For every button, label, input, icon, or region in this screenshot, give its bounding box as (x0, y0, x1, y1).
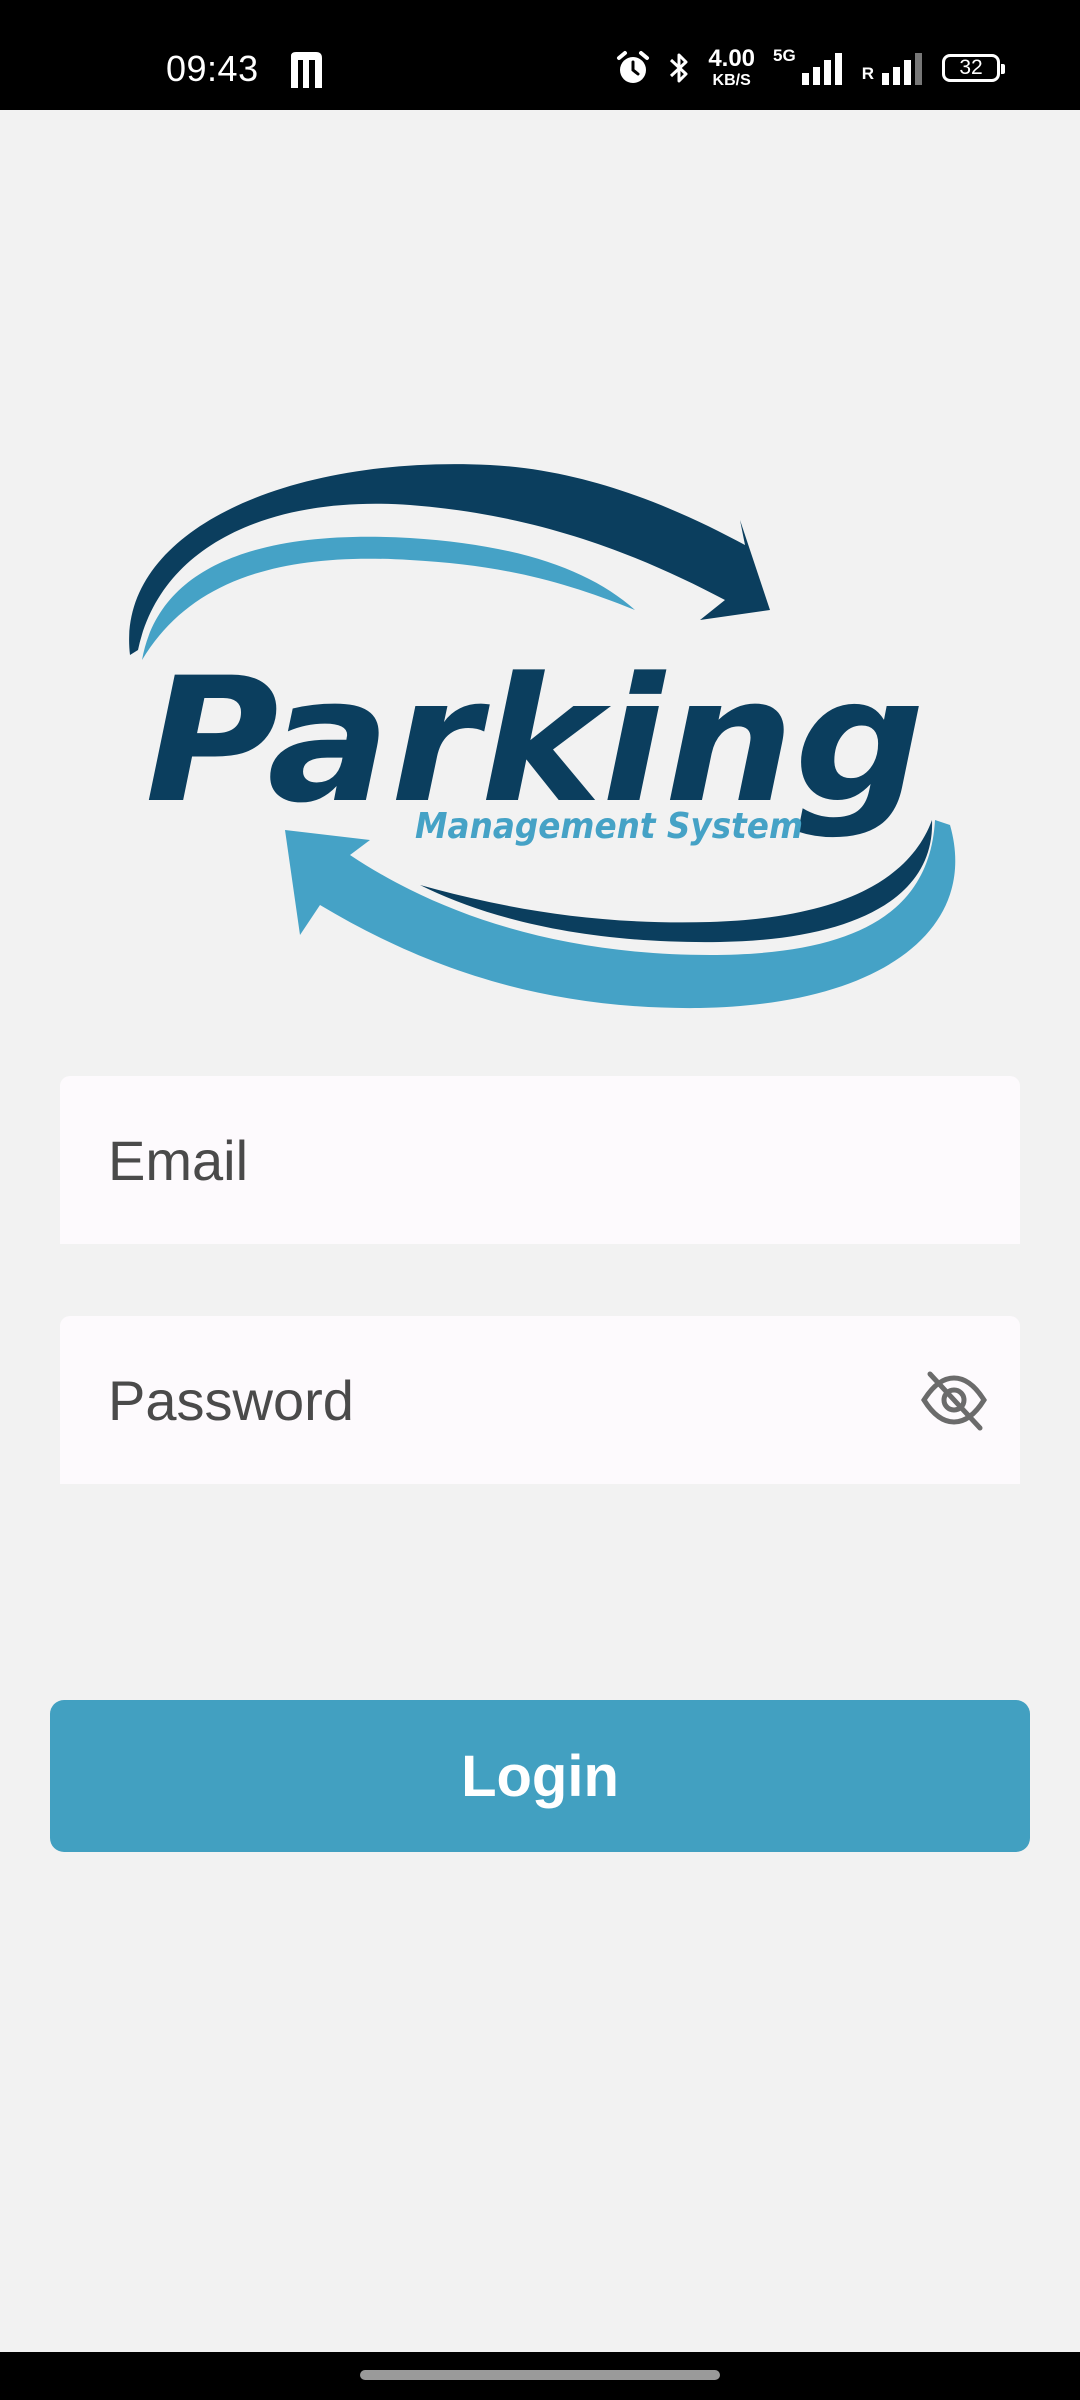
home-indicator[interactable] (360, 2370, 720, 2380)
password-input[interactable] (108, 1316, 908, 1484)
net-speed-unit: KB/S (712, 72, 751, 89)
logo-tagline: Management System (415, 806, 803, 847)
signal-icon (801, 53, 842, 85)
email-field-container (60, 1076, 1020, 1244)
bluetooth-icon (670, 53, 688, 83)
eye-off-icon[interactable] (918, 1368, 990, 1432)
email-input[interactable] (108, 1076, 908, 1244)
battery-level: 32 (959, 56, 983, 79)
parking-logo: Parking Management System (129, 464, 956, 1009)
password-field-container (60, 1316, 1020, 1484)
status-bar: 09:43 4.00 KB/S 5G R 32 (0, 0, 1080, 110)
net-speed-value: 4.00 (708, 45, 756, 72)
status-icons: 4.00 KB/S 5G R 32 (616, 46, 1005, 90)
network-speed: 4.00 KB/S (708, 47, 755, 89)
network-type-label: 5G (773, 46, 796, 65)
login-button[interactable]: Login (50, 1700, 1030, 1852)
signal-roaming-icon (882, 53, 922, 85)
navigation-bar (0, 2352, 1080, 2400)
alarm-icon (617, 51, 650, 83)
m-logo-icon (291, 52, 322, 88)
status-time: 09:43 (166, 48, 259, 89)
battery-icon: 32 (942, 54, 1005, 82)
roaming-label: R (861, 64, 874, 83)
